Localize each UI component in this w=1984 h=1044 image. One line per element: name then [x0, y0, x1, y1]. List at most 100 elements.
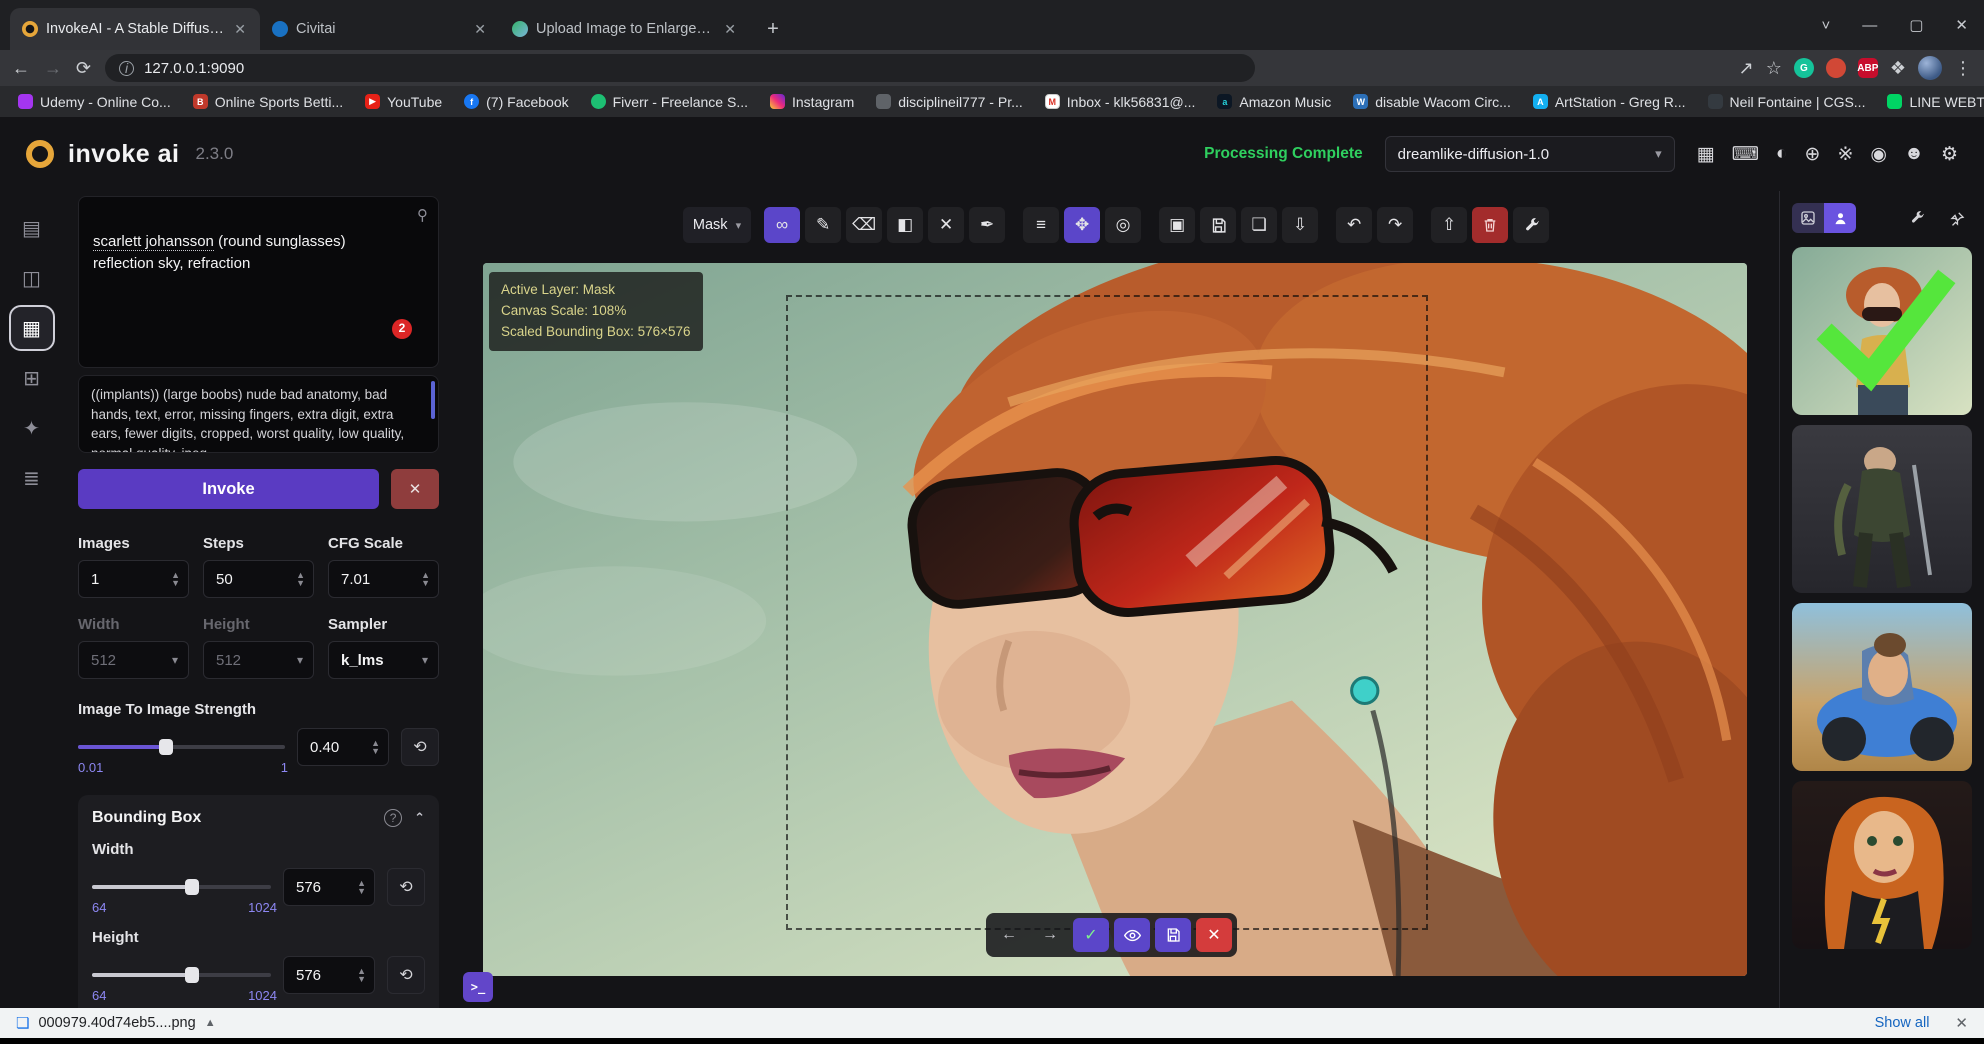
eraser-tool-icon[interactable]: ⌫ — [846, 207, 882, 243]
profile-avatar[interactable] — [1918, 56, 1942, 80]
staging-accept-icon[interactable]: ✓ — [1073, 918, 1109, 952]
tab-upload-enlarge[interactable]: Upload Image to Enlarge & Enh... ✕ — [500, 8, 750, 50]
tab-unified-canvas[interactable]: ▦ — [11, 307, 53, 349]
console-toggle-button[interactable]: >_ — [463, 972, 493, 1002]
discord-icon[interactable]: ☻ — [1904, 143, 1924, 165]
stepper-icons[interactable]: ▲▼ — [421, 571, 430, 587]
bookmark-sports[interactable]: BOnline Sports Betti... — [193, 94, 343, 110]
scrollbar[interactable] — [431, 381, 435, 419]
tab-nodes[interactable]: ⊞ — [11, 357, 53, 399]
staging-prev-icon[interactable]: ← — [991, 918, 1027, 952]
slider-handle[interactable] — [185, 967, 199, 983]
extensions-puzzle-icon[interactable]: ❖ — [1890, 58, 1906, 79]
staging-save-icon[interactable] — [1155, 918, 1191, 952]
model-select[interactable]: dreamlike-diffusion-1.0 ▾ — [1385, 136, 1675, 172]
cfg-input[interactable]: 7.01 ▲▼ — [328, 560, 439, 598]
url-input[interactable]: i 127.0.0.1:9090 — [105, 54, 1255, 82]
sampler-select[interactable]: k_lms ▾ — [328, 641, 439, 679]
images-input[interactable]: 1 ▲▼ — [78, 560, 189, 598]
window-minimize-button[interactable]: — — [1846, 0, 1893, 50]
reload-icon[interactable]: ⟳ — [76, 58, 91, 79]
forward-icon[interactable]: → — [44, 58, 62, 79]
stepper-icons[interactable]: ▲▼ — [171, 571, 180, 587]
tab-postprocessing[interactable]: ✦ — [11, 407, 53, 449]
steps-input[interactable]: 50 ▲▼ — [203, 560, 314, 598]
browser-menu-icon[interactable]: ⋮ — [1954, 58, 1972, 79]
tab-training[interactable]: ≣ — [11, 457, 53, 499]
tab-civitai[interactable]: Civitai ✕ — [260, 8, 500, 50]
bookmark-amazon-music[interactable]: aAmazon Music — [1217, 94, 1331, 110]
bb-width-input[interactable]: 576 ▲▼ — [283, 868, 375, 906]
chevron-up-icon[interactable]: ▲ — [205, 1017, 216, 1029]
merge-layers-icon[interactable]: ▣ — [1159, 207, 1195, 243]
brush-tool-icon[interactable]: ✎ — [805, 207, 841, 243]
move-tool-icon[interactable]: ✥ — [1064, 207, 1100, 243]
gallery-thumbnail[interactable] — [1792, 425, 1972, 593]
settings-gear-icon[interactable]: ⚙ — [1941, 143, 1958, 166]
staging-visibility-eye-icon[interactable] — [1114, 918, 1150, 952]
stepper-icons[interactable]: ▲▼ — [296, 571, 305, 587]
window-close-button[interactable]: ✕ — [1939, 0, 1984, 50]
bookmark-webtoon[interactable]: LINE WEBTOON - G... — [1887, 94, 1984, 110]
tab-search-icon[interactable]: ˅ — [1805, 0, 1846, 50]
strength-slider[interactable] — [78, 728, 285, 766]
prompt-input[interactable]: scarlett johansson (round sunglasses) re… — [78, 196, 439, 368]
tab-close-icon[interactable]: ✕ — [232, 21, 248, 38]
github-icon[interactable]: ◉ — [1870, 143, 1887, 166]
tab-invokeai[interactable]: InvokeAI - A Stable Diffusion Too ✕ — [10, 8, 260, 50]
bounding-box-selection[interactable] — [786, 295, 1428, 930]
share-icon[interactable]: ↗ — [1739, 58, 1754, 79]
bookmark-artstation[interactable]: AArtStation - Greg R... — [1533, 94, 1686, 110]
clear-mask-icon[interactable]: ✕ — [928, 207, 964, 243]
cancel-button[interactable]: ✕ — [391, 469, 439, 509]
new-tab-button[interactable]: + — [756, 12, 790, 46]
bookmark-instagram[interactable]: Instagram — [770, 94, 854, 110]
bookmark-discipline[interactable]: disciplineil777 - Pr... — [876, 94, 1023, 110]
strength-reset-button[interactable]: ⟲ — [401, 728, 439, 766]
gallery-images-icon[interactable] — [1792, 203, 1824, 233]
back-icon[interactable]: ← — [12, 58, 30, 79]
tab-text-to-image[interactable]: ▤ — [11, 207, 53, 249]
bookmark-neil-fontaine[interactable]: Neil Fontaine | CGS... — [1708, 94, 1866, 110]
bb-width-slider[interactable] — [92, 868, 271, 906]
stepper-icons[interactable]: ▲▼ — [357, 967, 366, 983]
help-icon[interactable]: ? — [384, 809, 402, 827]
pin-icon[interactable]: ⚲ — [417, 205, 428, 227]
stepper-icons[interactable]: ▲▼ — [371, 739, 380, 755]
gallery-pin-icon[interactable] — [1942, 203, 1972, 233]
download-item[interactable]: ❏ 000979.40d74eb5....png ▲ — [16, 1014, 216, 1032]
bb-height-slider[interactable] — [92, 956, 271, 994]
gallery-thumbnail[interactable] — [1792, 781, 1972, 949]
tab-close-icon[interactable]: ✕ — [472, 21, 488, 38]
preserve-mask-icon[interactable]: ∞ — [764, 207, 800, 243]
bookmark-star-icon[interactable]: ☆ — [1766, 58, 1782, 79]
upload-image-icon[interactable]: ⇧ — [1431, 207, 1467, 243]
tab-image-to-image[interactable]: ◫ — [11, 257, 53, 299]
bounding-box-header[interactable]: Bounding Box ? ⌃ — [92, 809, 425, 827]
model-manager-icon[interactable]: ▦ — [1697, 143, 1715, 166]
invoke-button[interactable]: Invoke — [78, 469, 379, 509]
redo-icon[interactable]: ↷ — [1377, 207, 1413, 243]
window-maximize-button[interactable]: ▢ — [1893, 0, 1939, 50]
gallery-thumbnail-selected[interactable] — [1792, 247, 1972, 415]
stepper-icons[interactable]: ▲▼ — [357, 879, 366, 895]
width-select[interactable]: 512 ▾ — [78, 641, 189, 679]
site-info-icon[interactable]: i — [119, 61, 134, 76]
bookmark-inbox[interactable]: MInbox - klk56831@... — [1045, 94, 1196, 110]
tab-close-icon[interactable]: ✕ — [722, 21, 738, 38]
theme-icon[interactable]: ◐ — [1776, 143, 1787, 165]
clear-canvas-trash-icon[interactable] — [1472, 207, 1508, 243]
language-icon[interactable]: ⊕ — [1805, 143, 1821, 166]
chevron-up-icon[interactable]: ⌃ — [414, 810, 425, 826]
copy-to-clipboard-icon[interactable]: ❏ — [1241, 207, 1277, 243]
staging-discard-icon[interactable]: ✕ — [1196, 918, 1232, 952]
bookmark-facebook[interactable]: f(7) Facebook — [464, 94, 568, 110]
bookmark-udemy[interactable]: Udemy - Online Co... — [18, 94, 171, 110]
bookmark-fiverr[interactable]: Fiverr - Freelance S... — [591, 94, 748, 110]
slider-handle[interactable] — [185, 879, 199, 895]
report-bug-icon[interactable]: ※ — [1837, 143, 1853, 166]
height-select[interactable]: 512 ▾ — [203, 641, 314, 679]
slider-handle[interactable] — [159, 739, 173, 755]
show-all-link[interactable]: Show all — [1875, 1015, 1930, 1031]
layer-select[interactable]: Mask ▾ — [683, 207, 751, 243]
